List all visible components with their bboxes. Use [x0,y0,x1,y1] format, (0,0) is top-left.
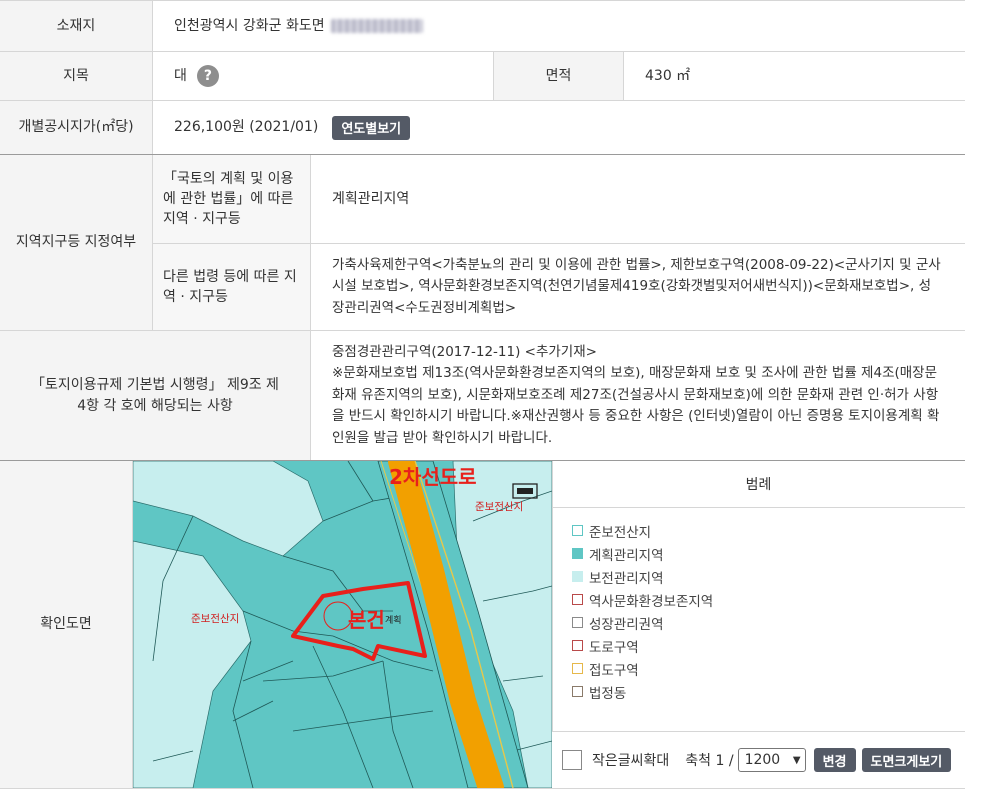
location-label: 소재지 [0,1,153,51]
redacted-address-detail [330,19,423,33]
legend-label: 역사문화환경보존지역 [589,593,714,610]
legend-item: 계획관리지역 [572,542,713,565]
legend-title: 범례 [552,461,965,508]
official-price-label: 개별공시지가(㎡당) [0,101,153,154]
legend-swatch-icon [572,663,583,674]
legend-item: 성장관리권역 [572,611,713,634]
legend-label: 계획관리지역 [589,547,664,564]
scale-label: 축척 1 / [685,753,734,769]
scale-change-button[interactable]: 변경 [813,748,856,772]
regulation-line-2: ※문화재보호법 제13조(역사문화환경보존지역의 보호), 매장문화재 보호 및… [332,365,940,446]
legend-label: 법정동 [589,685,627,702]
land-use-plan-table: 소재지 인천광역시 강화군 화도면 지목 대 ? 면적 430 ㎡ 개별공시지가… [0,0,965,803]
zone-other-law-label: 다른 법령 등에 따른 지역 · 지구등 [153,244,311,330]
area-label: 면적 [493,52,624,100]
zone-national-law-value: 계획관리지역 [332,190,410,207]
cadastral-map[interactable]: 2차선도로 본건 계획 준보전산지 준보전산지 [133,461,552,788]
legend-label: 준보전산지 [589,524,652,541]
legend-item: 준보전산지 [572,519,713,542]
regulation-label: 「토지이용규제 기본법 시행령」 제9조 제4항 각 호에 해당되는 사항 [0,331,311,460]
official-price-cell: 226,100원 (2021/01) 연도별보기 [174,101,774,154]
forest-label-right: 준보전산지 [475,501,524,513]
legend-item: 접도구역 [572,657,713,680]
small-text-zoom-label: 작은글씨확대 [592,753,670,769]
scale-select[interactable]: 1200 ▼ [737,748,806,772]
road-annotation: 2차선도로 [389,465,477,489]
land-category-cell: 대 ? [174,52,474,100]
legend-label: 보전관리지역 [589,570,664,587]
forest-label-left: 준보전산지 [191,613,240,625]
legend-list: 준보전산지계획관리지역보전관리지역역사문화환경보존지역성장관리권역도로구역접도구… [572,519,713,703]
legend-item: 역사문화환경보존지역 [572,588,713,611]
legend-swatch-icon [572,640,583,651]
help-icon[interactable]: ? [196,65,219,87]
zone-label: 지역지구등 지정여부 [0,155,153,330]
parcel-lot-label: 계획 [385,616,402,626]
scale-select-value: 1200 [744,752,781,768]
area-value: 430 ㎡ [645,67,691,84]
legend-swatch-icon [572,617,583,628]
legend-label: 도로구역 [589,639,639,656]
regulation-value: 중점경관관리구역(2017-12-11) <추가기재> ※문화재보호법 제13조… [332,331,944,460]
small-text-zoom-checkbox[interactable] [562,750,582,770]
legend-label: 접도구역 [589,662,639,679]
zone-national-law-label: 「국토의 계획 및 이용에 관한 법률」에 따른 지역 · 지구등 [153,155,311,243]
legend-swatch-icon [572,548,583,559]
legend-label: 성장관리권역 [589,616,664,633]
chevron-down-icon: ▼ [792,754,801,766]
map-legend-panel: 범례 준보전산지계획관리지역보전관리지역역사문화환경보존지역성장관리권역도로구역… [552,461,965,788]
legend-item: 법정동 [572,680,713,703]
regulation-line-1: 중점경관관리구역(2017-12-11) <추가기재> [332,343,597,360]
legend-swatch-icon [572,525,583,536]
land-category-label: 지목 [0,52,153,100]
map-label: 확인도면 [0,461,133,788]
land-category-value: 대 [174,67,187,84]
location-value: 인천광역시 강화군 화도면 [174,1,954,51]
official-price-value: 226,100원 (2021/01) [174,119,319,135]
location-address: 인천광역시 강화군 화도면 [174,17,325,34]
table-bottom-border [0,788,965,789]
legend-swatch-icon [572,686,583,697]
parcel-annotation: 본건 [348,608,385,632]
enlarge-map-button[interactable]: 도면크게보기 [861,748,952,772]
zone-other-law-value: 가축사육제한구역<가축분뇨의 관리 및 이용에 관한 법률>, 제한보호구역(2… [332,256,941,316]
legend-item: 보전관리지역 [572,565,713,588]
map-controls: 작은글씨확대 축척 1 / 1200 ▼ 변경 도면크게보기 [552,731,965,788]
legend-swatch-icon [572,571,583,582]
legend-swatch-icon [572,594,583,605]
legend-item: 도로구역 [572,634,713,657]
yearly-view-button[interactable]: 연도별보기 [332,115,411,140]
